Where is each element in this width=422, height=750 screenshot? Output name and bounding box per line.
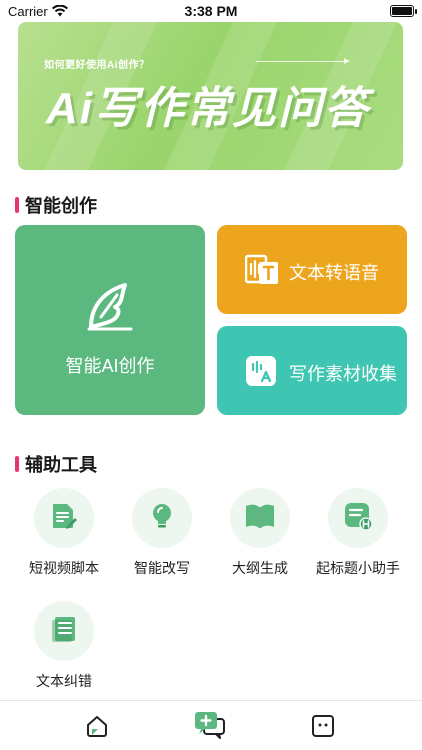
notebook-icon — [49, 614, 79, 649]
banner-subtitle: 如何更好使用Ai创作？ — [44, 60, 150, 71]
tool-label: 大纲生成 — [232, 560, 288, 576]
section-header-smart-creation: 智能创作 — [15, 192, 97, 218]
tool-label: 智能改写 — [134, 560, 190, 576]
arrow-right-icon — [256, 58, 350, 64]
tool-short-video-script[interactable]: 短视频脚本 — [15, 488, 113, 578]
tool-title-helper[interactable]: 起标题小助手 — [309, 488, 407, 578]
faq-banner[interactable]: 如何更好使用Ai创作？ Ai写作常见问答 — [18, 22, 403, 170]
profile-icon[interactable] — [306, 709, 340, 743]
tool-icon-circle — [34, 601, 94, 661]
feather-icon — [85, 281, 135, 338]
script-document-icon — [49, 501, 79, 536]
text-to-speech-icon — [244, 254, 278, 286]
ai-creation-card[interactable]: 智能AI创作 — [15, 225, 205, 415]
tool-label: 短视频脚本 — [29, 560, 99, 576]
text-to-speech-card[interactable]: 文本转语音 — [217, 225, 407, 314]
tool-smart-rewrite[interactable]: 智能改写 — [113, 488, 211, 578]
tool-icon-circle — [328, 488, 388, 548]
book-icon — [244, 501, 276, 536]
material-collect-label: 写作素材收集 — [289, 364, 397, 384]
status-bar: Carrier 3:38 PM — [0, 0, 422, 22]
ai-creation-label: 智能AI创作 — [65, 356, 155, 376]
material-collect-icon — [245, 355, 277, 387]
tab-bar — [0, 700, 422, 750]
tool-label: 文本纠错 — [36, 673, 92, 689]
title-helper-icon — [342, 500, 374, 537]
banner-title: Ai写作常见问答 — [46, 84, 370, 133]
section-accent-bar — [15, 456, 19, 472]
lightbulb-icon — [147, 501, 177, 536]
tool-label: 起标题小助手 — [316, 560, 400, 576]
tool-icon-circle — [230, 488, 290, 548]
section-title: 智能创作 — [25, 196, 97, 216]
battery-icon — [390, 5, 417, 17]
tool-outline-generate[interactable]: 大纲生成 — [211, 488, 309, 578]
status-time: 3:38 PM — [184, 3, 238, 19]
section-accent-bar — [15, 197, 19, 213]
tool-icon-circle — [34, 488, 94, 548]
home-icon[interactable] — [80, 709, 114, 743]
section-title: 辅助工具 — [25, 455, 97, 475]
tool-icon-circle — [132, 488, 192, 548]
tool-text-correction[interactable]: 文本纠错 — [15, 601, 113, 691]
chat-add-icon[interactable] — [194, 709, 228, 743]
material-collect-card[interactable]: 写作素材收集 — [217, 326, 407, 415]
text-to-speech-label: 文本转语音 — [289, 263, 379, 283]
section-header-assist-tools: 辅助工具 — [15, 451, 97, 477]
